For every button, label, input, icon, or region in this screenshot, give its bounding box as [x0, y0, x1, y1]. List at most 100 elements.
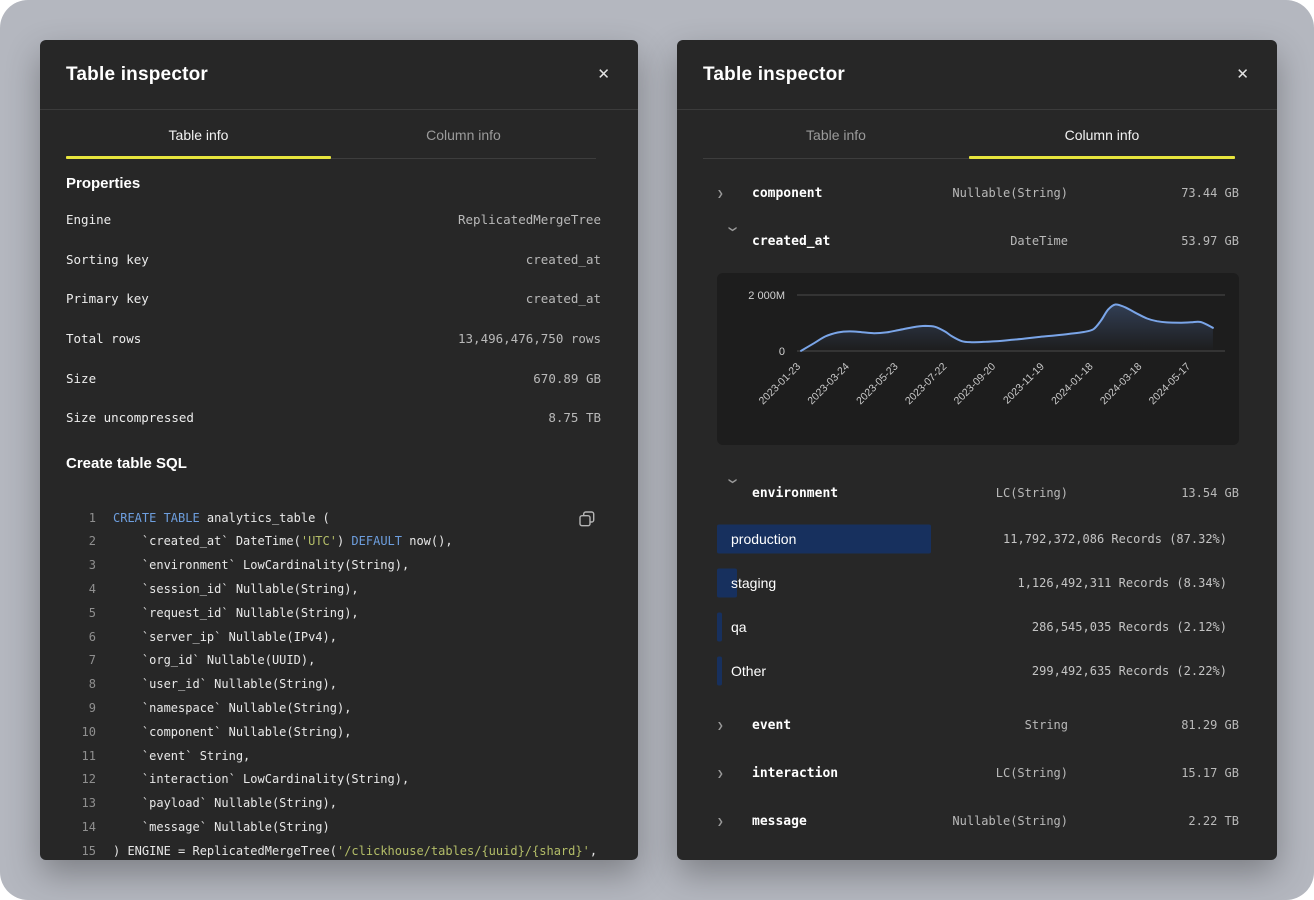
chevron-right-icon[interactable]: ❯ — [717, 719, 752, 732]
copy-icon[interactable] — [577, 509, 597, 532]
sql-line-text: `user_id` Nullable(String), — [113, 673, 337, 697]
dialog-title: Table inspector — [703, 64, 845, 86]
column-type: DateTime — [1010, 234, 1068, 248]
value-label: qa — [731, 619, 747, 635]
value-row: Other 299,492,635 Records (2.22%) — [717, 649, 1239, 693]
x-tick-label: 2023-11-19 — [1001, 361, 1047, 407]
property-label: Total rows — [66, 331, 141, 346]
chevron-right-icon[interactable]: ❯ — [717, 187, 752, 200]
x-tick-label: 2023-09-20 — [952, 361, 999, 408]
column-type: LC(String) — [996, 766, 1068, 780]
column-type: String — [1025, 718, 1068, 732]
sql-line: 4 `session_id` Nullable(String), — [66, 578, 601, 602]
tab-table-info[interactable]: Table info — [703, 110, 969, 158]
property-row: Total rows 13,496,476,750 rows — [66, 319, 601, 359]
sql-line-number: 15 — [66, 840, 96, 860]
sql-line-text: `payload` Nullable(String), — [113, 792, 337, 816]
property-label: Sorting key — [66, 252, 149, 267]
column-row[interactable]: ❯created_atDateTime53.97 GB — [717, 217, 1239, 265]
property-value: created_at — [526, 252, 601, 267]
sql-code-block: 1CREATE TABLE analytics_table (2 `create… — [66, 507, 601, 860]
column-row[interactable]: ❯interactionLC(String)15.17 GB — [717, 749, 1239, 797]
column-type: Nullable(String) — [952, 814, 1068, 828]
column-size: 81.29 GB — [1181, 718, 1239, 732]
sql-line: 7 `org_id` Nullable(UUID), — [66, 649, 601, 673]
sql-line-text: `interaction` LowCardinality(String), — [113, 768, 409, 792]
sql-code-lines: 1CREATE TABLE analytics_table (2 `create… — [66, 507, 601, 860]
tab-column-info[interactable]: Column info — [331, 110, 596, 158]
column-distribution-chart-box: 2 000M02023-01-232023-03-242023-05-23202… — [717, 273, 1239, 445]
column-type: Nullable(String) — [952, 186, 1068, 200]
column-name: message — [752, 814, 952, 829]
sql-line-text: `environment` LowCardinality(String), — [113, 554, 409, 578]
property-label: Size uncompressed — [66, 410, 194, 425]
sql-line: 2 `created_at` DateTime('UTC') DEFAULT n… — [66, 530, 601, 554]
column-size: 73.44 GB — [1181, 186, 1239, 200]
property-row: EngineReplicatedMergeTree — [66, 200, 601, 240]
close-icon[interactable]: ✕ — [591, 61, 616, 88]
x-tick-label: 2023-01-23 — [757, 361, 804, 408]
property-value: 8.75 TB — [548, 410, 601, 425]
sql-line: 5 `request_id` Nullable(String), — [66, 602, 601, 626]
column-row[interactable]: ❯messageNullable(String)2.22 TB — [717, 797, 1239, 845]
sql-line: 8 `user_id` Nullable(String), — [66, 673, 601, 697]
created-at-distribution-chart: 2 000M02023-01-232023-03-242023-05-23202… — [717, 273, 1239, 445]
sql-line-number: 9 — [66, 697, 96, 721]
chevron-down-icon[interactable]: ❯ — [726, 225, 739, 260]
value-row: staging 1,126,492,311 Records (8.34%) — [717, 561, 1239, 605]
chevron-right-icon[interactable]: ❯ — [717, 815, 752, 828]
column-row[interactable]: ❯eventString 81.29 GB — [717, 701, 1239, 749]
column-name: component — [752, 186, 952, 201]
desktop-background: Table inspector ✕ Table info Column info… — [0, 0, 1314, 900]
sql-line-number: 6 — [66, 626, 96, 650]
properties-list: EngineReplicatedMergeTree Sorting key crea… — [66, 200, 601, 438]
copy-icon-glyph — [579, 511, 595, 527]
tab-bar: Table info Column info — [703, 110, 1235, 159]
properties-heading: Properties — [66, 174, 601, 194]
chevron-right-icon[interactable]: ❯ — [717, 767, 752, 780]
column-row[interactable]: ❯environmentLC(String)13.54 GB — [717, 469, 1239, 517]
value-label: staging — [731, 575, 776, 591]
value-records: 286,545,035 Records (2.12%) — [1032, 620, 1239, 634]
tab-table-info[interactable]: Table info — [66, 110, 331, 158]
sql-line-number: 3 — [66, 554, 96, 578]
sql-line-text: `created_at` DateTime('UTC') DEFAULT now… — [113, 530, 453, 554]
property-value: 13,496,476,750 rows — [458, 331, 601, 346]
sql-line-text: CREATE TABLE analytics_table ( — [113, 507, 330, 531]
sql-line: 10 `component` Nullable(String), — [66, 721, 601, 745]
value-records: 1,126,492,311 Records (8.34%) — [1017, 576, 1239, 590]
value-bar — [717, 613, 722, 642]
property-label: Size — [66, 371, 96, 386]
svg-text:0: 0 — [779, 346, 785, 358]
sql-line-number: 2 — [66, 530, 96, 554]
value-records: 299,492,635 Records (2.22%) — [1032, 664, 1239, 678]
sql-line-text: `session_id` Nullable(String), — [113, 578, 359, 602]
close-icon[interactable]: ✕ — [1230, 61, 1255, 88]
table-inspector-dialog-table-info: Table inspector ✕ Table info Column info… — [40, 40, 638, 860]
column-size: 53.97 GB — [1181, 234, 1239, 248]
create-table-sql-heading: Create table SQL — [66, 454, 601, 474]
sql-line-number: 13 — [66, 792, 96, 816]
area-fill — [801, 304, 1213, 351]
value-label: production — [731, 531, 796, 547]
column-name: event — [752, 718, 1025, 733]
tab-column-info[interactable]: Column info — [969, 110, 1235, 158]
sql-line-text: `namespace` Nullable(String), — [113, 697, 351, 721]
x-tick-label: 2024-01-18 — [1049, 361, 1096, 408]
value-records: 11,792,372,086 Records (87.32%) — [1003, 532, 1239, 546]
sql-line-text: `server_ip` Nullable(IPv4), — [113, 626, 337, 650]
chevron-down-icon[interactable]: ❯ — [726, 477, 739, 512]
sql-line-text: ) ENGINE = ReplicatedMergeTree('/clickho… — [113, 840, 597, 860]
sql-line-number: 7 — [66, 649, 96, 673]
property-row: Sorting key created_at — [66, 240, 601, 280]
property-label: Primary key — [66, 291, 149, 306]
sql-line: 14 `message` Nullable(String) — [66, 816, 601, 840]
value-bar — [717, 657, 722, 686]
column-name: environment — [752, 486, 996, 501]
value-label: Other — [731, 663, 766, 679]
property-row: Size uncompressed 8.75 TB — [66, 398, 601, 438]
column-row[interactable]: ❯componentNullable(String) 73.44 GB — [717, 169, 1239, 217]
sql-line-number: 10 — [66, 721, 96, 745]
tab-bar: Table info Column info — [66, 110, 596, 159]
x-tick-label: 2023-07-22 — [903, 361, 950, 408]
